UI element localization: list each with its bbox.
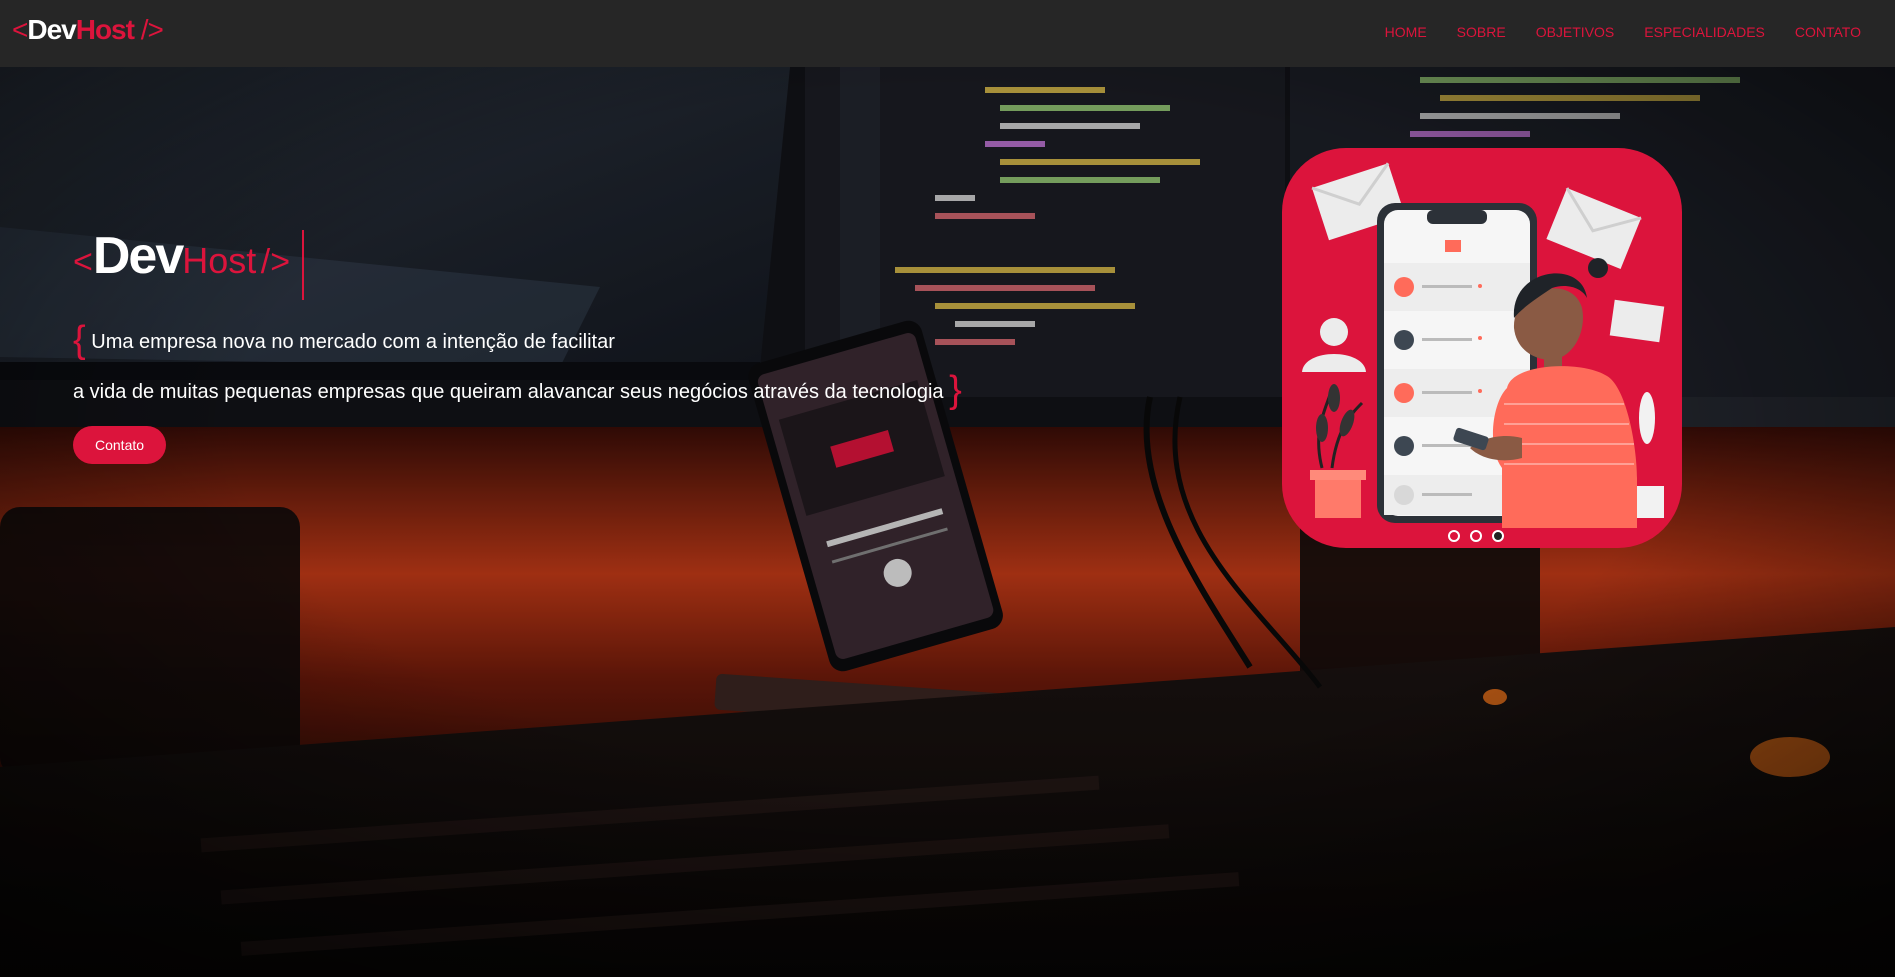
nav-sobre[interactable]: SOBRE <box>1457 24 1506 40</box>
nav-home[interactable]: HOME <box>1385 24 1427 40</box>
hero-logo-dev: Dev <box>92 227 184 285</box>
logo-bracket-open: < <box>12 14 28 45</box>
plant-icon <box>1310 384 1366 518</box>
envelope-icon <box>1546 187 1642 269</box>
hero-logo: <DevHost /> <box>73 227 305 300</box>
logo-dev: Dev <box>27 14 76 45</box>
contact-button[interactable]: Contato <box>73 426 167 464</box>
hero-description: { Uma empresa nova no mercado com a inte… <box>73 316 962 416</box>
illustration-carousel <box>1282 148 1682 548</box>
hero-line-2: a vida de muitas pequenas empresas que q… <box>73 381 944 403</box>
logo-bracket-close: /> <box>140 14 164 45</box>
main-nav: HOME SOBRE OBJETIVOS ESPECIALIDADES CONT… <box>1385 24 1861 40</box>
carousel-indicators <box>1448 530 1504 542</box>
nav-especialidades[interactable]: ESPECIALIDADES <box>1644 24 1765 40</box>
hero-line-1: Uma empresa nova no mercado com a intenç… <box>91 331 615 353</box>
nav-objetivos[interactable]: OBJETIVOS <box>1536 24 1615 40</box>
carousel-dot-3[interactable] <box>1492 530 1504 542</box>
hero-logo-bracket-close: /> <box>260 243 291 281</box>
curly-brace-open: { <box>73 319 86 361</box>
carousel-dot-2[interactable] <box>1470 530 1482 542</box>
curly-brace-close: } <box>949 369 962 411</box>
hero-logo-bracket-open: < <box>73 243 93 281</box>
carousel-dot-1[interactable] <box>1448 530 1460 542</box>
brand-logo[interactable]: <DevHost /> <box>12 14 164 46</box>
top-navbar: <DevHost /> HOME SOBRE OBJETIVOS ESPECIA… <box>0 0 1895 67</box>
nav-contato[interactable]: CONTATO <box>1795 24 1861 40</box>
smartphone-illustration <box>1302 162 1665 528</box>
hero-section: <DevHost /> { Uma empresa nova no mercad… <box>73 230 962 464</box>
hero-logo-host: Host <box>182 240 257 281</box>
logo-host: Host <box>75 14 135 45</box>
person-icon <box>1302 318 1366 372</box>
